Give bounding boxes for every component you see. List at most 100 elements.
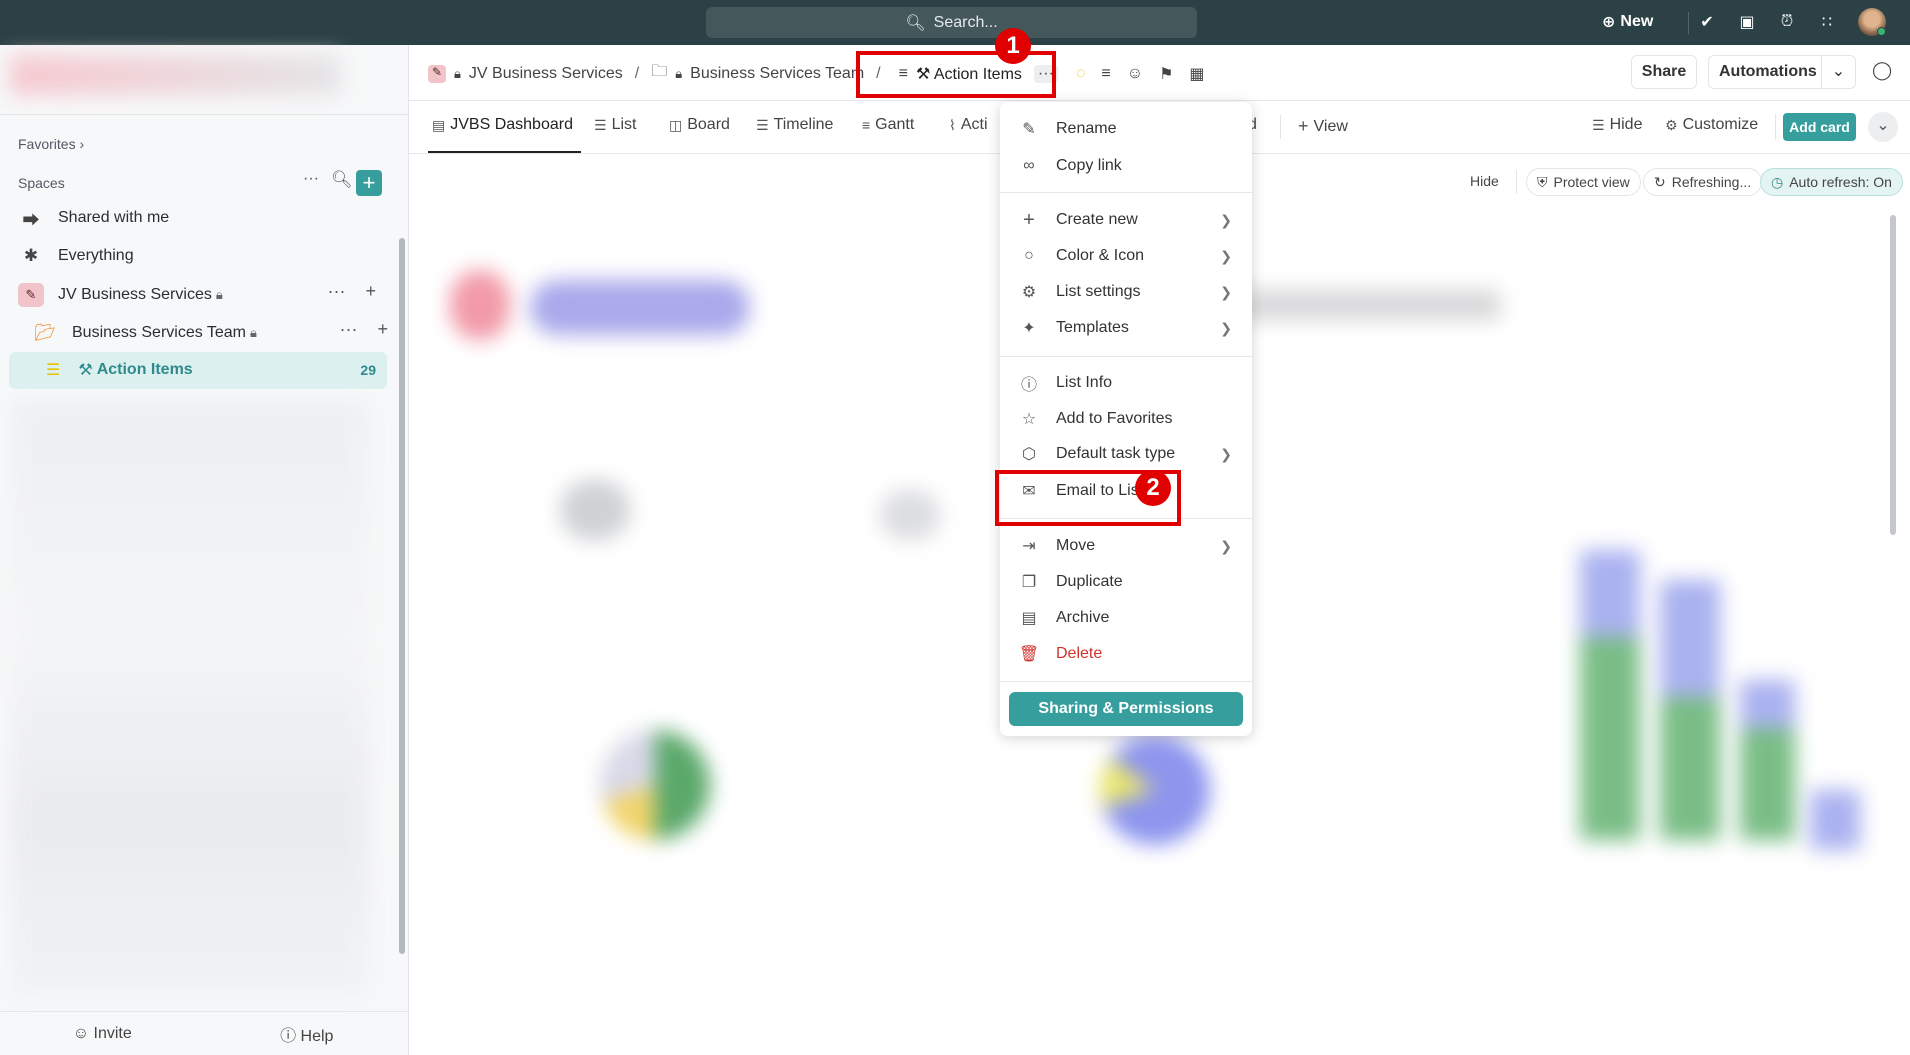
- chevron-right-icon: ❯: [1220, 319, 1232, 336]
- chevron-right-icon: ❯: [1220, 537, 1232, 554]
- spaces-header: Spaces: [18, 175, 65, 191]
- timeline-icon: ☰: [756, 116, 769, 133]
- menu-item-create-new[interactable]: + Create new ❯: [1000, 203, 1252, 237]
- auto-refresh-toggle[interactable]: ◷ Auto refresh: On: [1760, 168, 1903, 196]
- chevron-down-icon[interactable]: ⌄: [1821, 56, 1855, 88]
- more-icon[interactable]: ···: [303, 170, 319, 188]
- divider: [409, 100, 1910, 101]
- sidebar-item-action-items-content[interactable]: ☰ ⚒ Action Items 29: [46, 352, 376, 388]
- sidebar-item-space[interactable]: ✎ JV Business Services 🔒︎ ··· +: [18, 277, 388, 313]
- trash-icon: 🗑︎: [1018, 646, 1040, 663]
- tab-list[interactable]: ☰ List: [594, 116, 636, 134]
- breadcrumb: ✎ 🔒︎ JV Business Services / 🗀︎ 🔒︎ Busine…: [428, 60, 1205, 87]
- wand-icon: ✦: [1022, 320, 1036, 337]
- star-icon: ☆: [1021, 411, 1037, 428]
- share-icon: ⮕: [22, 210, 40, 230]
- archive-icon: ▤: [1021, 610, 1037, 627]
- hide-button[interactable]: ☰ Hide: [1592, 116, 1642, 134]
- workspace-switcher[interactable]: [10, 55, 340, 95]
- assignee-icon[interactable]: ☺: [1127, 65, 1143, 83]
- plus-icon[interactable]: +: [377, 319, 388, 340]
- tab-timeline[interactable]: ☰ Timeline: [756, 116, 833, 134]
- blurred-bar: [1810, 790, 1860, 850]
- item-count: 29: [360, 362, 376, 378]
- search-icon[interactable]: 🔍︎: [331, 170, 353, 190]
- blurred-bar: [1580, 550, 1640, 840]
- divider: [1000, 192, 1252, 193]
- help-button[interactable]: ⓘ Help: [205, 1022, 410, 1046]
- list-icon: ☰: [46, 362, 61, 379]
- more-icon[interactable]: ···: [328, 281, 346, 302]
- status-icon[interactable]: ◌: [1076, 65, 1086, 83]
- sidebar-item-shared[interactable]: ⮕ Shared with me: [18, 200, 388, 236]
- sidebar-item-folder[interactable]: 📂︎ Business Services Team 🔒︎ ··· +: [32, 315, 388, 351]
- sidebar-scrollbar[interactable]: [399, 238, 405, 954]
- divider: [1000, 356, 1252, 357]
- menu-item-move[interactable]: ⇥ Move ❯: [1000, 529, 1252, 563]
- menu-item-add-favorites[interactable]: ☆ Add to Favorites: [1000, 402, 1252, 436]
- breadcrumb-space[interactable]: JV Business Services: [469, 65, 623, 83]
- lock-icon: 🔒︎: [675, 65, 683, 81]
- flag-icon[interactable]: ⚑: [1159, 64, 1173, 84]
- divider: [1688, 12, 1689, 34]
- dashboard-icon: ▤: [432, 116, 446, 133]
- divider: [1000, 681, 1252, 682]
- video-icon[interactable]: ▣: [1736, 11, 1758, 33]
- content-scrollbar[interactable]: [1890, 215, 1896, 535]
- menu-item-list-info[interactable]: ⓘ List Info: [1000, 366, 1252, 400]
- menu-item-list-settings[interactable]: ⚙ List settings ❯: [1000, 275, 1252, 309]
- board-icon: ◫: [669, 116, 683, 133]
- refresh-button[interactable]: ↻ Refreshing...: [1643, 168, 1763, 196]
- hide-filters-button[interactable]: Hide: [1470, 173, 1499, 189]
- invite-button[interactable]: ☺ Invite: [0, 1025, 205, 1043]
- new-button[interactable]: ⊕ New: [1602, 12, 1653, 32]
- tab-board[interactable]: ◫ Board: [669, 116, 730, 134]
- blurred-text: [1240, 290, 1500, 320]
- menu-item-templates[interactable]: ✦ Templates ❯: [1000, 311, 1252, 345]
- menu-item-copy-link[interactable]: ∞ Copy link: [1000, 149, 1252, 183]
- share-button[interactable]: Share: [1631, 55, 1697, 89]
- breadcrumb-folder[interactable]: Business Services Team: [690, 65, 864, 83]
- menu-item-rename[interactable]: ✎ Rename: [1000, 112, 1252, 146]
- plus-icon[interactable]: +: [365, 281, 376, 302]
- folder-icon: 📂︎: [34, 323, 56, 342]
- search-bar[interactable]: 🔍︎ Search...: [706, 7, 1197, 38]
- add-view-button[interactable]: + View: [1298, 116, 1348, 137]
- sidebar-item-everything[interactable]: ✱ Everything: [18, 238, 388, 274]
- tab-activity[interactable]: ⌇ Acti: [949, 116, 988, 134]
- menu-item-archive[interactable]: ▤ Archive: [1000, 601, 1252, 635]
- add-space-button[interactable]: +: [356, 170, 382, 196]
- check-circle-icon[interactable]: ✔: [1696, 11, 1718, 33]
- menu-item-delete[interactable]: 🗑︎ Delete: [1000, 637, 1252, 671]
- alarm-clock-icon[interactable]: ⏰︎: [1776, 11, 1798, 33]
- blurred-card: [560, 480, 630, 540]
- calendar-icon[interactable]: ▦: [1189, 64, 1204, 84]
- chat-icon[interactable]: ◯: [1872, 60, 1892, 81]
- divider: [1775, 114, 1776, 140]
- more-icon[interactable]: ···: [340, 319, 358, 340]
- annotation-badge-1: 1: [995, 28, 1031, 64]
- blurred-card: [880, 490, 940, 540]
- lock-icon: 🔒︎: [454, 65, 461, 81]
- apps-grid-icon[interactable]: ∷: [1816, 11, 1838, 33]
- chevron-down-icon[interactable]: ⌄: [1868, 112, 1898, 142]
- automations-button[interactable]: Automations ⌄: [1708, 55, 1856, 89]
- favorites-header[interactable]: Favorites ›: [18, 136, 84, 152]
- menu-item-color-icon[interactable]: ○ Color & Icon ❯: [1000, 239, 1252, 273]
- tab-gantt[interactable]: ≡ Gantt: [862, 116, 914, 134]
- drop-icon: ○: [1024, 247, 1034, 264]
- add-card-button[interactable]: Add card: [1783, 113, 1856, 141]
- tab-dashboard[interactable]: ▤ JVBS Dashboard: [432, 116, 573, 134]
- sharing-permissions-button[interactable]: Sharing & Permissions: [1009, 692, 1243, 726]
- help-icon: ⓘ: [280, 1027, 297, 1045]
- menu-item-duplicate[interactable]: ❐ Duplicate: [1000, 565, 1252, 599]
- description-icon[interactable]: ≡: [1101, 65, 1110, 83]
- customize-button[interactable]: ⚙ Customize: [1665, 116, 1758, 134]
- protect-view-button[interactable]: ⛨ Protect view: [1526, 168, 1641, 196]
- blurred-bar: [1740, 680, 1795, 840]
- chevron-right-icon: ❯: [1220, 211, 1232, 228]
- add-user-icon: ☺: [72, 1024, 90, 1042]
- menu-item-default-task-type[interactable]: ⬡ Default task type ❯: [1000, 437, 1252, 471]
- chevron-right-icon: ❯: [1220, 283, 1232, 300]
- blurred-card: [530, 280, 750, 335]
